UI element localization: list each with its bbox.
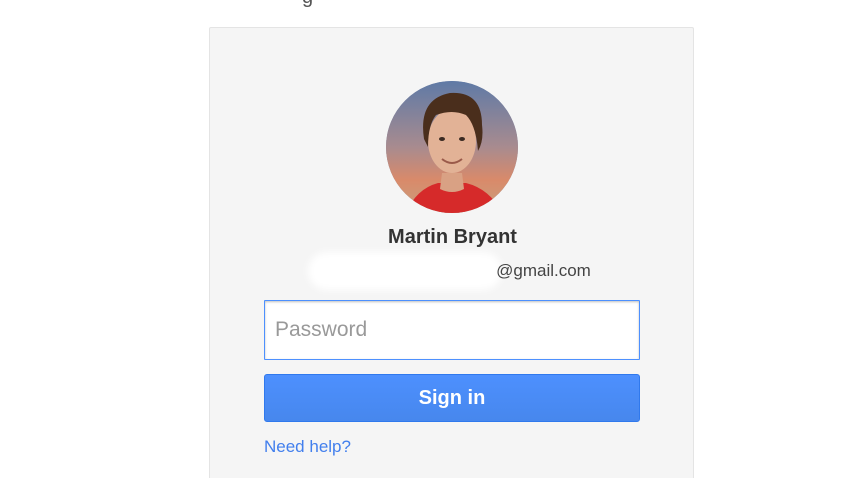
profile-avatar: [386, 81, 518, 213]
email-redaction: [314, 258, 497, 284]
signin-page: g: [0, 0, 850, 478]
page-heading-fragment: g: [302, 0, 313, 9]
need-help-link[interactable]: Need help?: [264, 437, 351, 457]
email-domain: @gmail.com: [496, 261, 591, 280]
profile-name: Martin Bryant: [388, 226, 517, 248]
signin-card: Martin Bryant @gmail.com Sign in Need he…: [209, 27, 694, 478]
email-row: @gmail.com: [210, 258, 695, 284]
signin-button[interactable]: Sign in: [264, 374, 640, 422]
password-input[interactable]: [264, 300, 640, 360]
